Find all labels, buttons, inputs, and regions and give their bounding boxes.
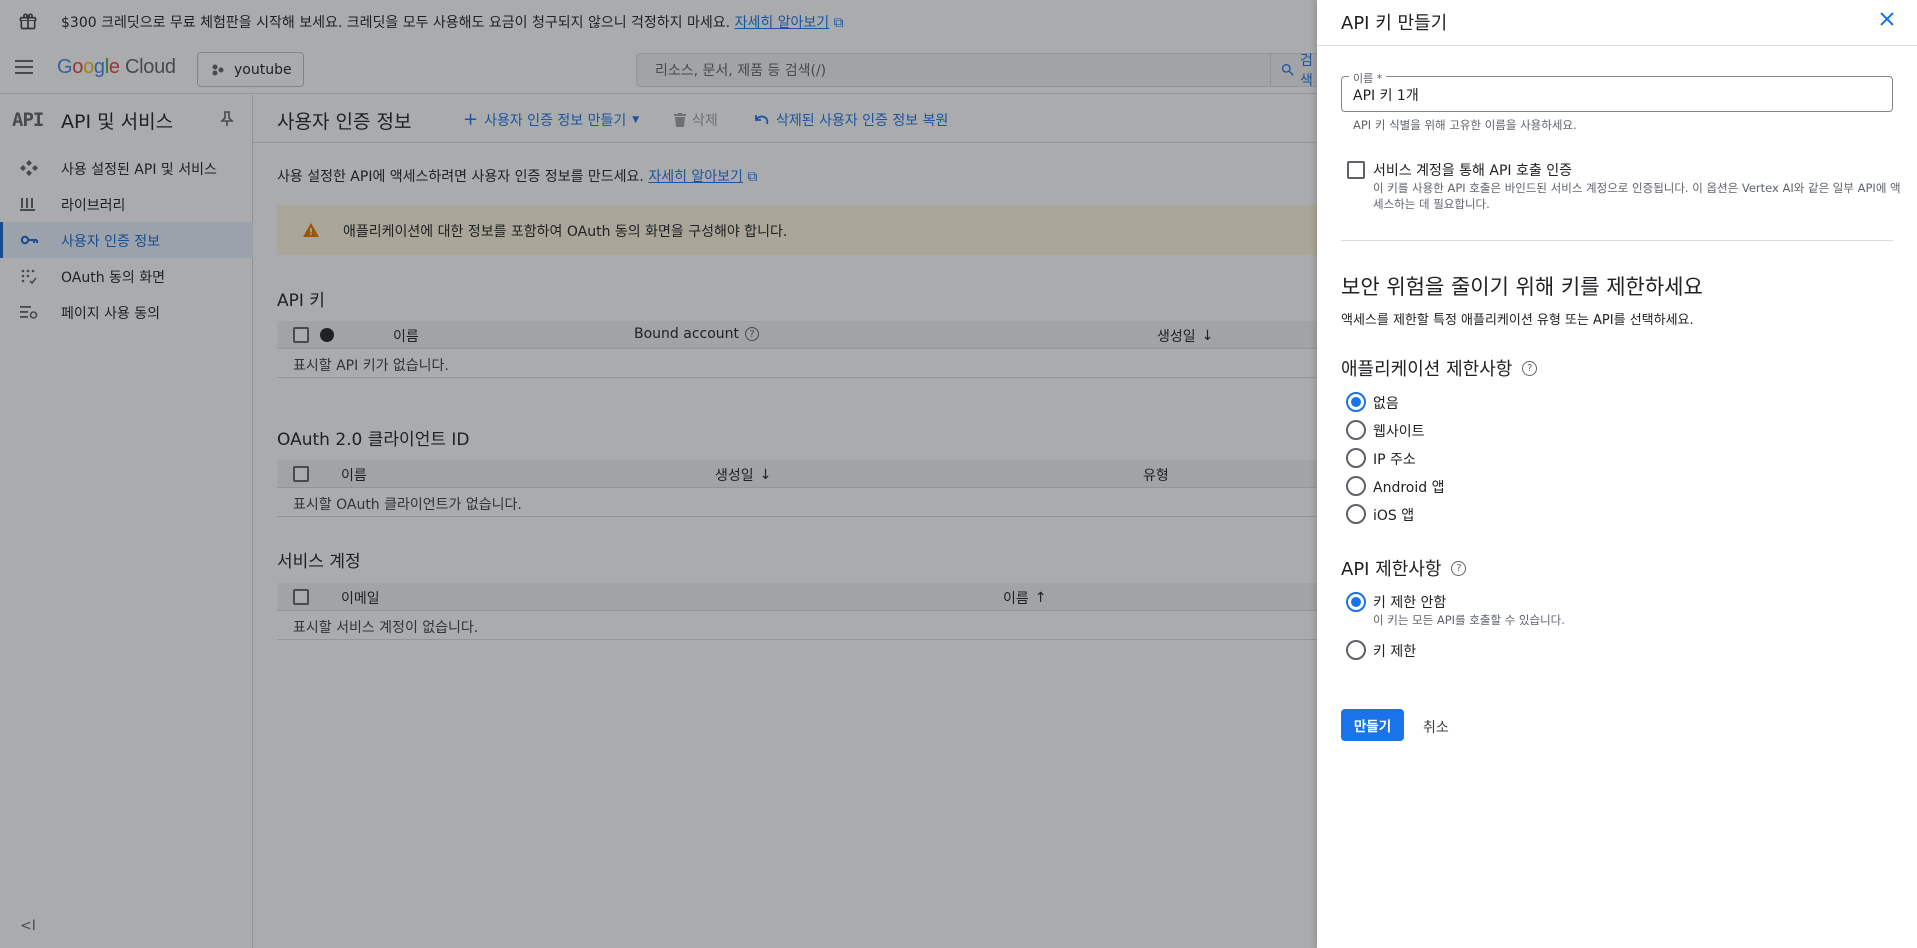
- radio-app-website[interactable]: [1346, 420, 1366, 440]
- name-field-hint: API 키 식별을 위해 고유한 이름을 사용하세요.: [1353, 118, 1577, 132]
- service-account-auth-checkbox[interactable]: [1347, 161, 1365, 179]
- radio-app-none[interactable]: [1346, 392, 1366, 412]
- service-account-auth-desc: 이 키를 사용한 API 호출은 바인드된 서비스 계정으로 인증됩니다. 이 …: [1373, 181, 1901, 211]
- name-field-value: API 키 1개: [1353, 88, 1419, 104]
- restrict-key-heading: 보안 위험을 줄이기 위해 키를 제한하세요: [1341, 275, 1703, 299]
- api-restrictions-title: API 제한사항: [1341, 559, 1442, 580]
- cancel-button[interactable]: 취소: [1423, 717, 1449, 737]
- app-restrictions-heading: 애플리케이션 제한사항 ?: [1341, 355, 1538, 381]
- restrict-key-desc: 액세스를 제한할 특정 애플리케이션 유형 또는 API를 선택하세요.: [1341, 313, 1694, 328]
- help-icon[interactable]: ?: [1451, 560, 1467, 576]
- radio-label: IP 주소: [1373, 452, 1416, 468]
- close-icon[interactable]: [1879, 11, 1895, 27]
- radio-label: 키 제한: [1373, 644, 1417, 660]
- api-restrictions-heading: API 제한사항 ?: [1341, 555, 1467, 581]
- radio-api-restricted[interactable]: [1346, 640, 1366, 660]
- radio-label: Android 앱: [1373, 480, 1445, 496]
- radio-app-ip[interactable]: [1346, 448, 1366, 468]
- radio-label: 웹사이트: [1373, 424, 1425, 440]
- radio-label: iOS 앱: [1373, 508, 1415, 524]
- help-icon[interactable]: ?: [1522, 360, 1538, 376]
- radio-api-unrestricted[interactable]: [1346, 592, 1366, 612]
- divider: [1341, 240, 1893, 241]
- radio-app-ios[interactable]: [1346, 504, 1366, 524]
- app-root: $300 크레딧으로 무료 체험판을 시작해 보세요. 크레딧을 모두 사용해도…: [0, 0, 1917, 948]
- create-button[interactable]: 만들기: [1341, 709, 1404, 741]
- app-restrictions-title: 애플리케이션 제한사항: [1341, 359, 1513, 380]
- service-account-auth-label: 서비스 계정을 통해 API 호출 인증: [1373, 163, 1572, 179]
- radio-label: 키 제한 안함: [1373, 595, 1447, 611]
- modal-backdrop[interactable]: [0, 0, 1317, 948]
- panel-title: API 키 만들기: [1341, 13, 1448, 34]
- radio-desc: 이 키는 모든 API를 호출할 수 있습니다.: [1373, 613, 1565, 627]
- radio-label: 없음: [1373, 396, 1399, 412]
- radio-app-android[interactable]: [1346, 476, 1366, 496]
- name-field-label: 이름 *: [1349, 70, 1387, 86]
- panel-header: API 키 만들기: [1317, 0, 1917, 46]
- create-api-key-panel: API 키 만들기 이름 * API 키 1개 API 키 식별을 위해 고유한…: [1317, 0, 1917, 948]
- api-key-name-field[interactable]: [1341, 76, 1893, 112]
